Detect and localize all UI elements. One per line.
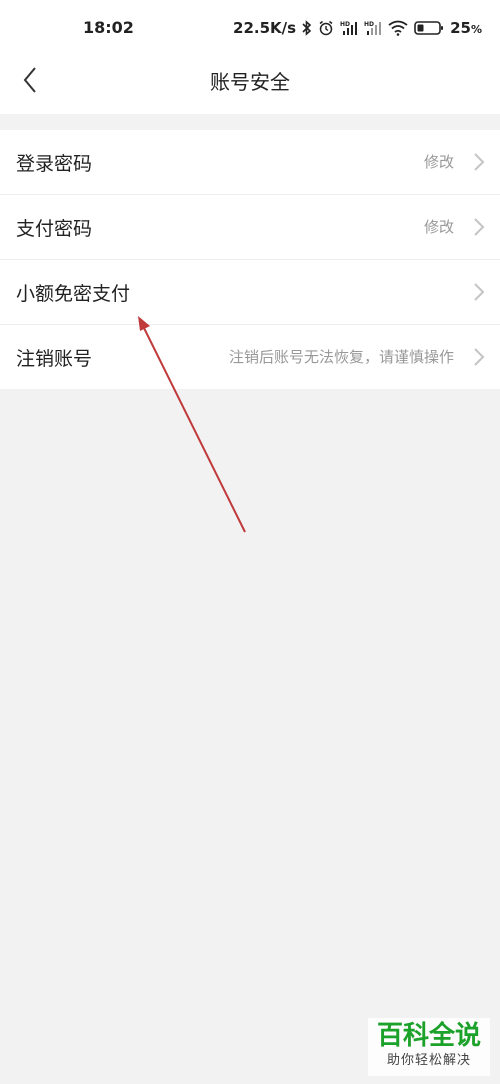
chevron-right-icon [474, 283, 485, 301]
menu-item-small-passwordless-payment[interactable]: 小额免密支付 [0, 260, 500, 325]
battery-icon [414, 20, 444, 36]
wifi-icon [388, 20, 408, 36]
svg-text:HD: HD [364, 21, 374, 28]
watermark-title: 百科全说 [376, 1021, 481, 1051]
signal-hd-icon: HD [364, 20, 382, 36]
menu-item-value: 修改 [423, 153, 454, 171]
menu-item-label: 支付密码 [16, 218, 93, 240]
menu-item-value: 注销后账号无法恢复，请谨慎操作 [228, 348, 454, 366]
watermark-logo: 百科全说 助你轻松解决 [368, 1018, 490, 1076]
nav-bar: 账号安全 [0, 56, 500, 114]
chevron-right-icon [474, 153, 485, 171]
status-time: 18:02 [83, 18, 134, 37]
network-speed: 22.5K/s [233, 19, 297, 37]
alarm-icon [318, 20, 334, 36]
menu-item-value: 修改 [423, 218, 454, 236]
battery-percent-value: 25 [450, 19, 471, 37]
menu-item-cancel-account[interactable]: 注销账号 注销后账号无法恢复，请谨慎操作 [0, 325, 500, 389]
battery-percent-unit: % [470, 23, 482, 36]
chevron-right-icon [474, 218, 485, 236]
menu-item-label: 注销账号 [16, 348, 93, 370]
page-title: 账号安全 [210, 70, 290, 94]
battery-level: 25% [450, 19, 482, 37]
bluetooth-icon [302, 20, 312, 36]
settings-list: 登录密码 修改 支付密码 修改 小额免密支付 注销账号 注销后账号无法恢复，请谨… [0, 130, 500, 389]
menu-item-label: 小额免密支付 [16, 283, 131, 305]
top-area: 18:02 22.5K/s HD HD 25% 账号安全 [0, 0, 500, 114]
status-bar: 18:02 22.5K/s HD HD 25% [0, 0, 500, 56]
menu-item-label: 登录密码 [16, 153, 93, 175]
svg-text:HD: HD [340, 21, 350, 28]
watermark-subtitle: 助你轻松解决 [386, 1053, 471, 1068]
chevron-right-icon [474, 348, 485, 366]
status-icons: 22.5K/s HD HD 25% [233, 16, 482, 40]
menu-item-payment-password[interactable]: 支付密码 修改 [0, 195, 500, 260]
menu-item-login-password[interactable]: 登录密码 修改 [0, 130, 500, 195]
signal-hd-icon: HD [340, 20, 358, 36]
